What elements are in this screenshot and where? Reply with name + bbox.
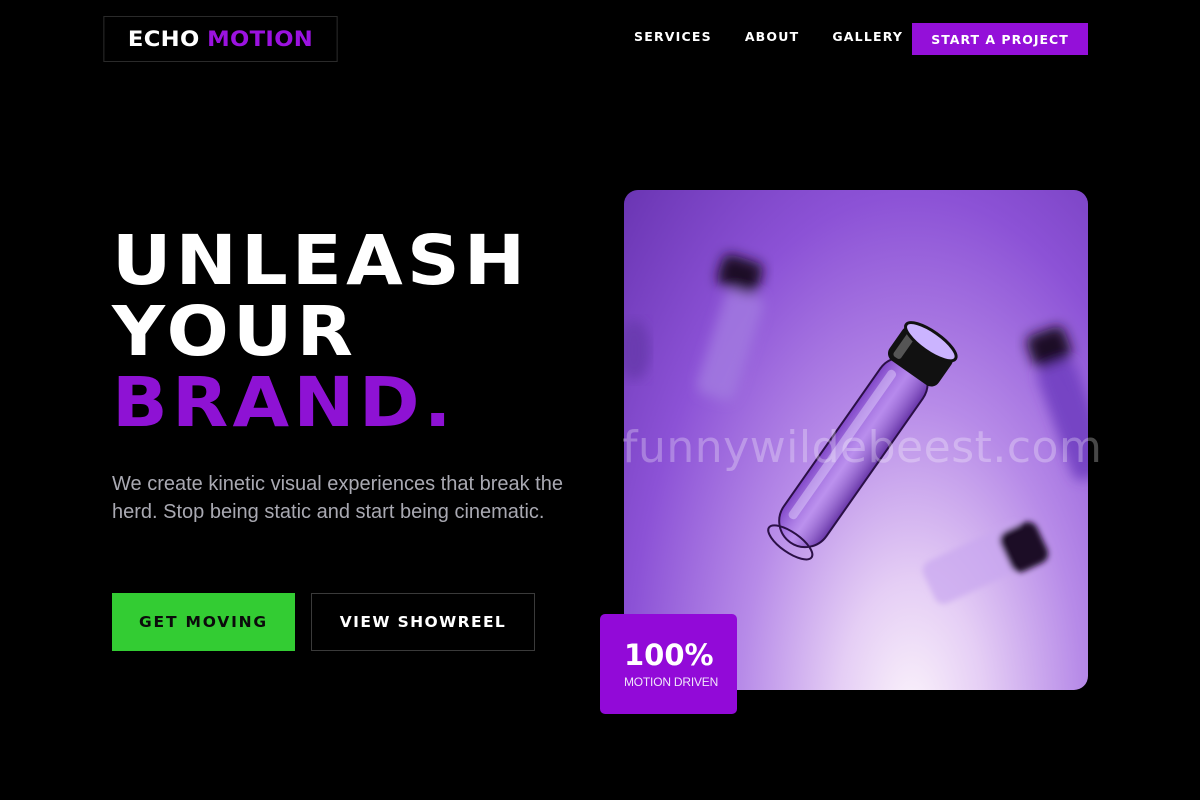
nav-link-services[interactable]: SERVICES (634, 29, 712, 44)
motion-stat-badge: 100% MOTION DRIVEN (600, 614, 737, 714)
brand-logo[interactable]: ECHO MOTION (103, 16, 338, 62)
headline-line-1: UNLEASH (112, 221, 530, 301)
nav-link-gallery[interactable]: GALLERY (832, 29, 903, 44)
stat-label: MOTION DRIVEN (624, 675, 719, 689)
hero-headline: UNLEASH YOUR BRAND. (112, 226, 529, 439)
blurred-bottle-lower-right (922, 521, 1049, 604)
headline-line-2: YOUR (112, 292, 358, 372)
nav-link-about[interactable]: ABOUT (745, 29, 800, 44)
hero-description: We create kinetic visual experiences tha… (112, 473, 563, 523)
blurred-bottle-top-left (697, 254, 764, 401)
start-project-button[interactable]: START A PROJECT (912, 23, 1088, 55)
brand-word-echo: ECHO (127, 27, 200, 51)
headline-line-3: BRAND. (112, 363, 456, 443)
get-moving-button[interactable]: GET MOVING (112, 593, 295, 651)
view-showreel-button[interactable]: VIEW SHOWREEL (311, 593, 535, 651)
brand-word-motion: MOTION (207, 27, 314, 51)
main-nav: SERVICES ABOUT GALLERY (634, 29, 936, 44)
watermark-text: funnywildebeest.com (622, 422, 1103, 473)
stat-value: 100% (624, 638, 714, 672)
blurred-bottle-left-edge (624, 320, 650, 380)
